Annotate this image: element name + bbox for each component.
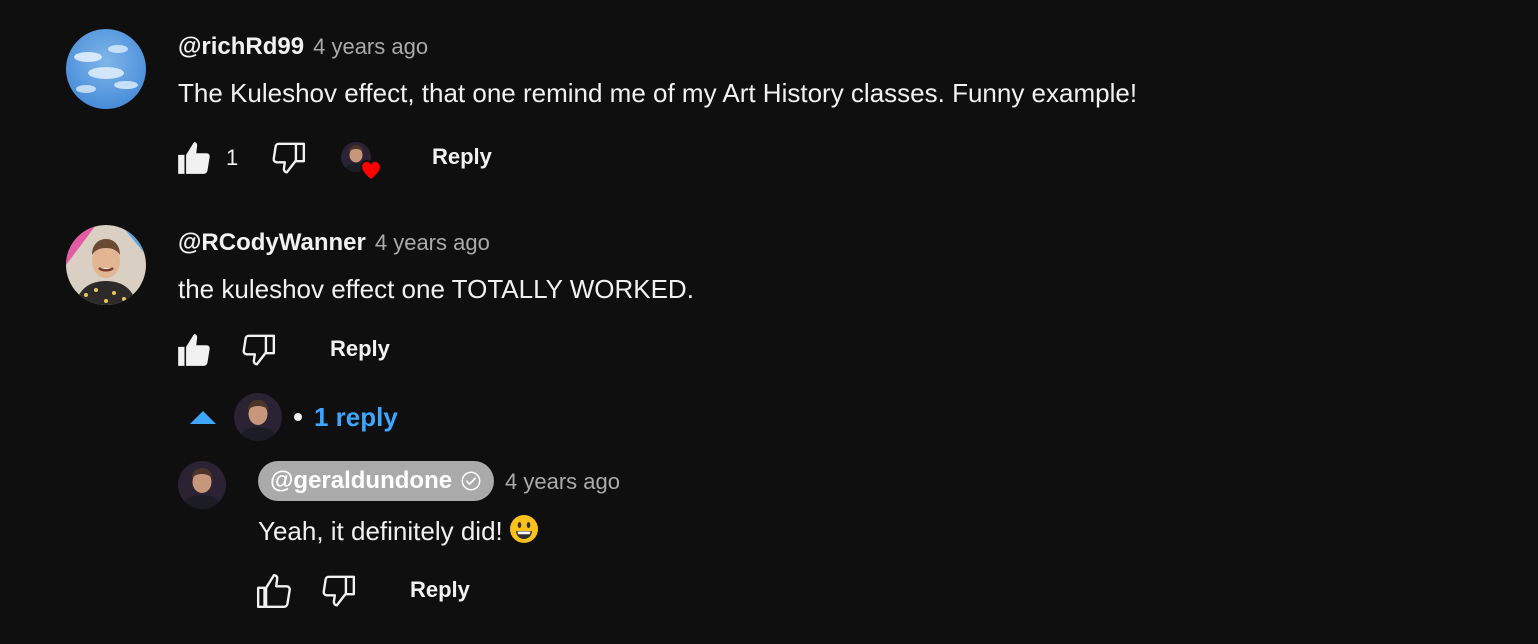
reply-button[interactable]: Reply <box>410 577 470 603</box>
comment-timestamp[interactable]: 4 years ago <box>313 34 428 60</box>
like-count: 1 <box>226 145 239 170</box>
thumbs-up-icon <box>256 573 291 609</box>
avatar[interactable] <box>178 461 226 509</box>
comment-text: Yeah, it definitely did! <box>258 514 539 547</box>
separator-dot <box>294 413 302 421</box>
comment-author: @geraldundone <box>270 467 453 494</box>
thumbs-down-icon <box>242 334 276 366</box>
thumbs-down-icon <box>272 142 306 174</box>
reply-text: Yeah, it definitely did! <box>258 516 503 546</box>
owner-author-chip[interactable]: @geraldundone <box>258 461 495 501</box>
comment-author[interactable]: @richRd99 <box>178 33 304 61</box>
like-button[interactable] <box>174 330 214 370</box>
reply-author-avatar <box>234 393 282 441</box>
dislike-button[interactable] <box>318 571 358 611</box>
like-button[interactable] <box>174 138 214 178</box>
replies-toggle[interactable]: 1 reply <box>190 393 398 441</box>
thumbs-up-icon <box>178 142 210 174</box>
replies-count[interactable]: 1 reply <box>314 402 398 433</box>
comment-timestamp[interactable]: 4 years ago <box>505 469 620 495</box>
comment-header: @richRd99 4 years ago <box>178 33 428 61</box>
grinning-face-icon <box>509 514 539 544</box>
reply-button[interactable]: Reply <box>432 144 492 170</box>
comment-header: @RCodyWanner 4 years ago <box>178 229 490 257</box>
reply-button[interactable]: Reply <box>330 336 390 362</box>
comment-author[interactable]: @RCodyWanner <box>178 229 366 257</box>
check-circle-icon <box>460 470 482 492</box>
heart-icon <box>358 157 384 181</box>
comment-text: The Kuleshov effect, that one remind me … <box>178 78 1138 108</box>
caret-up-icon <box>190 410 216 424</box>
dislike-button[interactable] <box>268 138 308 178</box>
avatar[interactable] <box>66 29 146 109</box>
avatar[interactable] <box>66 225 146 305</box>
thumbs-down-icon <box>322 575 356 607</box>
dislike-button[interactable] <box>238 330 278 370</box>
comment-text: the kuleshov effect one TOTALLY WORKED. <box>178 274 694 304</box>
comments-section: @richRd99 4 years ago The Kuleshov effec… <box>0 0 1538 644</box>
comment-timestamp[interactable]: 4 years ago <box>375 230 490 256</box>
like-button[interactable] <box>254 571 294 611</box>
thumbs-up-icon <box>178 334 210 366</box>
